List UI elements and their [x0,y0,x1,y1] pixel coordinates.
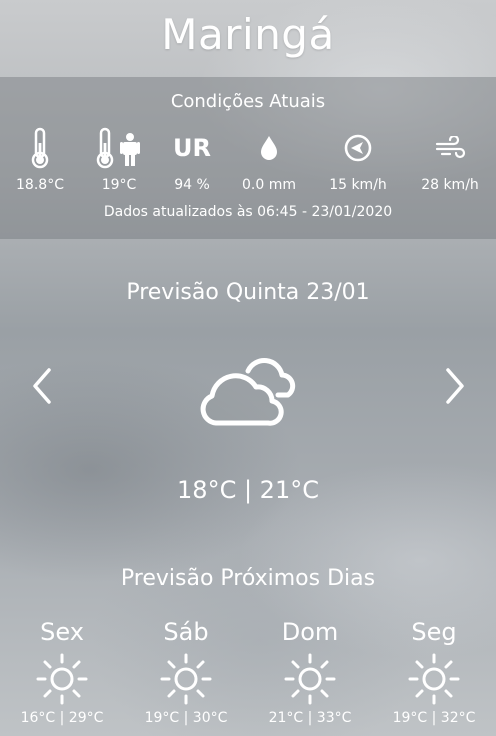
metric-humidity: UR 94 % [152,127,232,197]
day-temperatures: 19°C | 30°C [144,710,228,726]
day-forecast-dom: Dom 21°C | 33°C [250,618,370,726]
updated-timestamp: Dados atualizados às 06:45 - 23/01/2020 [103,204,393,220]
day-name: Sáb [163,618,209,646]
metric-temperature-value: 18.8°C [16,177,64,193]
metric-feels-like-value: 19°C [101,177,137,193]
next-day-button[interactable] [442,366,468,406]
day-forecast-seg: Seg 19°C | 32°C [374,618,494,726]
day-temperatures: 21°C | 33°C [268,710,352,726]
rain-drop-icon [229,127,309,169]
forecast-title: Previsão Quinta 23/01 [126,280,370,305]
wind-gust-icon [410,127,490,169]
feels-like-icon [79,127,159,169]
day-name: Seg [411,618,457,646]
metric-gust: 28 km/h [410,127,490,197]
current-conditions-title: Condições Atuais [170,91,326,112]
day-temperatures: 16°C | 29°C [20,710,104,726]
humidity-icon: UR [152,127,232,169]
day-name: Dom [281,618,339,646]
metric-feels-like: 19°C [79,127,159,197]
sun-icon [159,652,213,706]
thermometer-icon [0,127,80,169]
metric-rain-value: 0.0 mm [242,177,296,193]
metric-temperature: 18.8°C [0,127,80,197]
chevron-left-icon [33,368,51,404]
day-forecast-sab: Sáb 19°C | 30°C [126,618,246,726]
current-conditions-panel: Condições Atuais 18.8°C 19°C UR 94 % 0.0… [0,77,496,239]
day-name: Sex [40,618,84,646]
metric-wind: 15 km/h [318,127,398,197]
metric-humidity-value: 94 % [174,177,210,193]
city-title: Maringá [161,10,335,59]
chevron-right-icon [446,368,464,404]
day-forecast-sex: Sex 16°C | 29°C [2,618,122,726]
metric-wind-value: 15 km/h [329,177,387,193]
metric-gust-value: 28 km/h [421,177,479,193]
humidity-label: UR [173,134,211,162]
sun-icon [283,652,337,706]
previous-day-button[interactable] [29,366,55,406]
sun-icon [35,652,89,706]
forecast-temperatures: 18°C | 21°C [177,476,319,504]
cloudy-icon [196,355,300,427]
metric-rain: 0.0 mm [229,127,309,197]
day-temperatures: 19°C | 32°C [392,710,476,726]
next-days-title: Previsão Próximos Dias [120,566,376,591]
wind-direction-icon [318,127,398,169]
sun-icon [407,652,461,706]
